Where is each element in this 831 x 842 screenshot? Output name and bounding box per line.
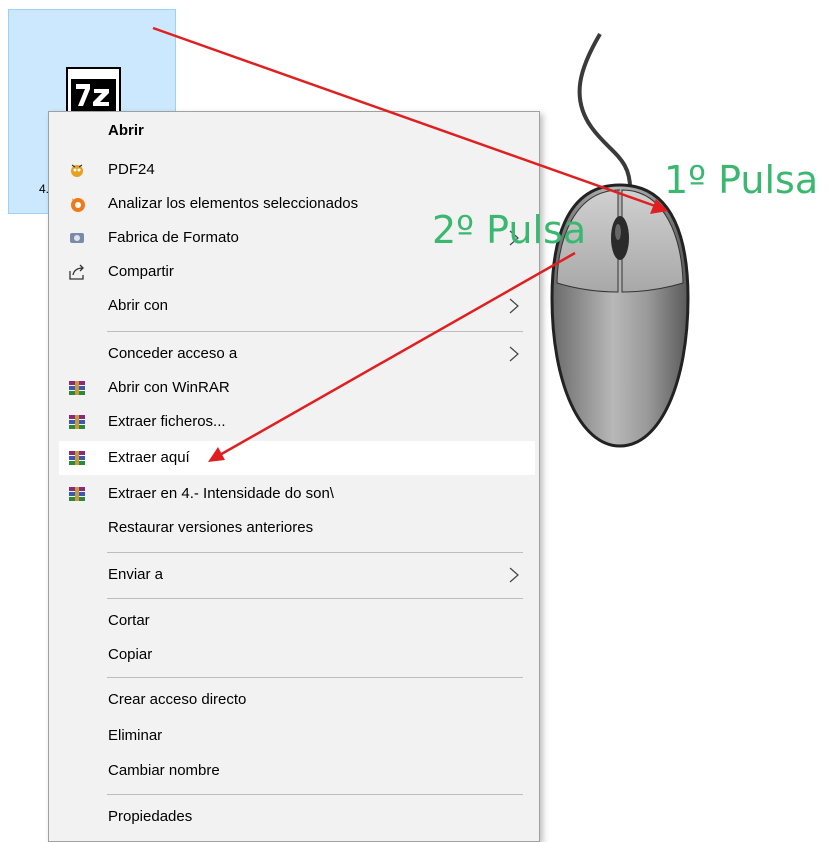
menu-item-label: Compartir: [108, 263, 174, 280]
menu-item-label: Cortar: [108, 612, 150, 629]
menu-item-label: PDF24: [108, 161, 155, 178]
menu-item-label: Abrir con: [108, 297, 169, 314]
menu-item-label: Fabrica de Formato: [108, 229, 239, 246]
menu-item-abrir-winrar[interactable]: Abrir con WinRAR: [49, 371, 539, 405]
menu-item-label: Propiedades: [108, 808, 193, 825]
menu-item-label: Extraer ficheros...: [108, 413, 226, 430]
chevron-right-icon: [509, 298, 519, 314]
menu-item-label: Copiar: [108, 646, 153, 663]
menu-item-label: Abrir con WinRAR: [108, 379, 230, 396]
menu-item-label: Extraer aquí: [108, 449, 190, 466]
menu-item-label: Analizar los elementos seleccionados: [108, 195, 359, 212]
format-factory-icon: [70, 233, 84, 243]
menu-item-crear-acceso-directo[interactable]: Crear acceso directo: [49, 683, 539, 717]
winrar-icon: [69, 487, 85, 501]
menu-item-propiedades[interactable]: Propiedades: [49, 800, 539, 834]
menu-item-conceder-acceso[interactable]: Conceder acceso a: [49, 337, 539, 371]
winrar-icon: [69, 381, 85, 395]
menu-item-enviar-a[interactable]: Enviar a: [49, 558, 539, 592]
menu-item-extraer-ficheros[interactable]: Extraer ficheros...: [49, 405, 539, 439]
menu-item-label: Conceder acceso a: [108, 345, 238, 362]
menu-item-label: Abrir: [108, 122, 144, 139]
menu-separator: [107, 552, 523, 553]
menu-item-label: Crear acceso directo: [108, 691, 247, 708]
menu-separator: [107, 331, 523, 332]
menu-item-label: Cambiar nombre: [108, 762, 220, 779]
share-icon: [69, 264, 84, 280]
menu-item-extraer-aqui[interactable]: Extraer aquí: [59, 441, 535, 475]
menu-item-copiar[interactable]: Copiar: [49, 638, 539, 672]
menu-item-abrir[interactable]: Abrir: [49, 114, 539, 148]
menu-separator: [107, 598, 523, 599]
winrar-icon: [69, 451, 85, 465]
pdf24-icon: [71, 164, 83, 177]
chevron-right-icon: [509, 346, 519, 362]
avast-icon: [71, 198, 85, 212]
menu-separator: [107, 794, 523, 795]
menu-item-cambiar-nombre[interactable]: Cambiar nombre: [49, 754, 539, 788]
menu-item-extraer-en[interactable]: Extraer en 4.- Intensidade do son\: [49, 477, 539, 511]
menu-item-label: Extraer en 4.- Intensidade do son\: [108, 485, 334, 502]
menu-item-label: Restaurar versiones anteriores: [108, 519, 314, 536]
chevron-right-icon: [509, 567, 519, 583]
menu-separator: [107, 677, 523, 678]
menu-item-pdf24[interactable]: PDF24: [49, 153, 539, 187]
menu-item-label: Enviar a: [108, 566, 164, 583]
menu-item-abrir-con[interactable]: Abrir con: [49, 289, 539, 323]
annotation-label-second-click: 2º Pulsa: [432, 208, 587, 252]
menu-item-cortar[interactable]: Cortar: [49, 604, 539, 638]
annotation-label-first-click: 1º Pulsa: [664, 158, 819, 202]
winrar-icon: [69, 415, 85, 429]
menu-item-eliminar[interactable]: Eliminar: [49, 719, 539, 753]
menu-item-compartir[interactable]: Compartir: [49, 255, 539, 289]
menu-item-label: Eliminar: [108, 727, 163, 744]
menu-item-restaurar-versiones[interactable]: Restaurar versiones anteriores: [49, 511, 539, 545]
